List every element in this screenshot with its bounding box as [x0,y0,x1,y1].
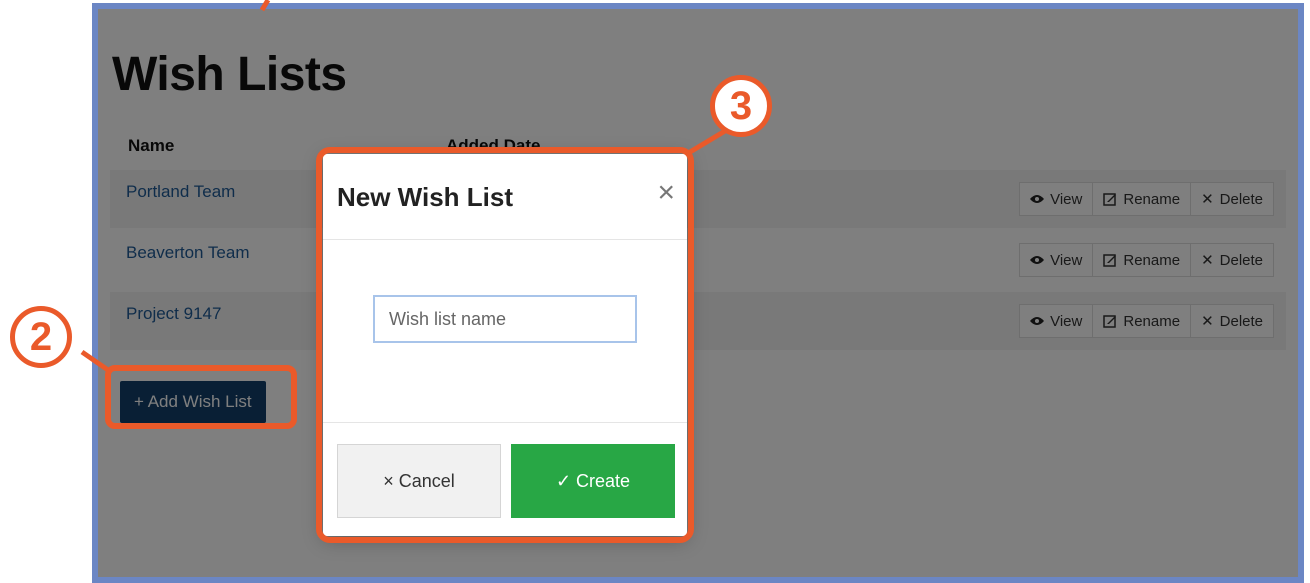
step-badge-3: 3 [710,75,772,137]
highlight-add-button [105,365,297,429]
modal-backdrop[interactable] [98,9,1298,577]
app-window: Wish Lists Name Added Date Portland Team… [92,3,1304,583]
highlight-modal [316,147,694,543]
step-badge-2: 2 [10,306,72,368]
